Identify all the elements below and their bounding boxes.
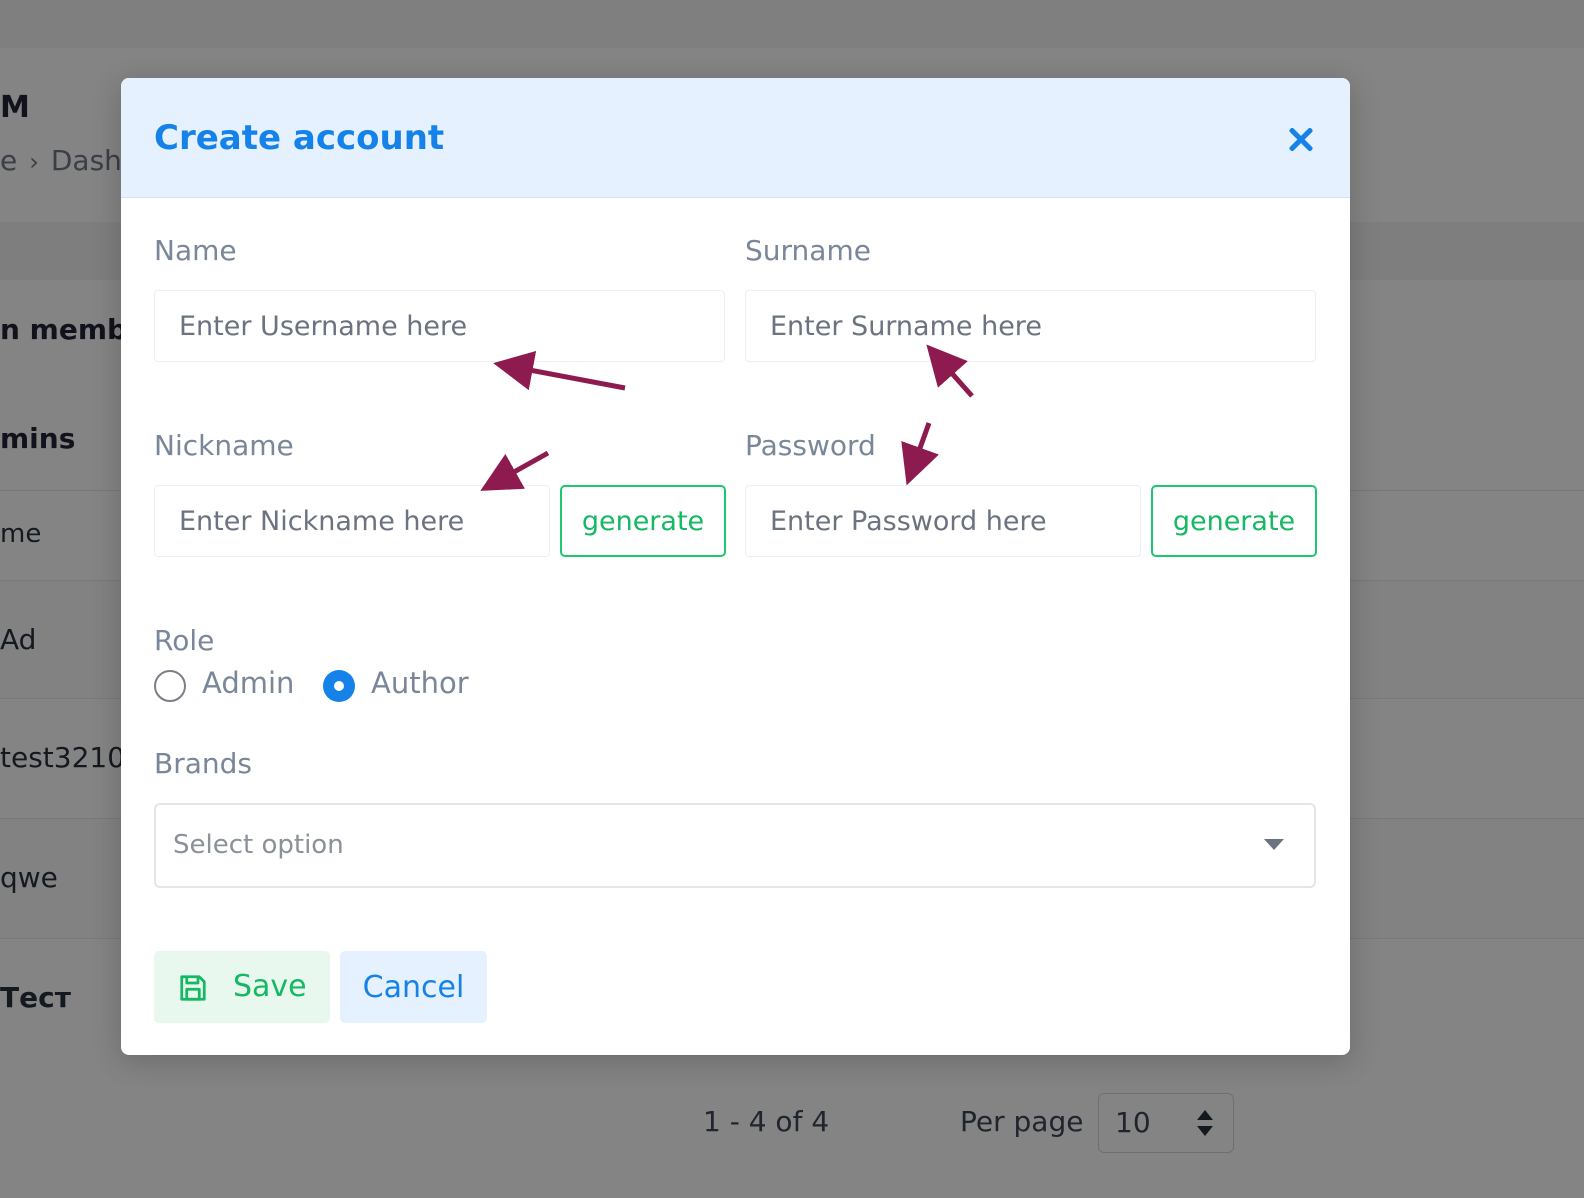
surname-input[interactable] xyxy=(745,290,1316,362)
role-label: Role xyxy=(154,624,215,657)
nickname-input[interactable] xyxy=(154,485,550,557)
chevron-down-icon xyxy=(1264,839,1284,850)
create-account-modal: Create account Name Surname Nickname gen… xyxy=(121,78,1350,1055)
role-option-author-label[interactable]: Author xyxy=(371,666,469,700)
generate-password-button[interactable]: generate xyxy=(1151,485,1317,557)
save-button[interactable]: Save xyxy=(154,951,330,1023)
role-option-admin-label[interactable]: Admin xyxy=(202,666,294,700)
name-input[interactable] xyxy=(154,290,725,362)
save-icon xyxy=(180,975,206,1001)
brands-label: Brands xyxy=(154,747,252,780)
save-button-label: Save xyxy=(233,969,307,1004)
modal-header: Create account xyxy=(121,78,1350,198)
role-radio-admin[interactable] xyxy=(154,670,186,702)
modal-title: Create account xyxy=(154,118,445,158)
name-label: Name xyxy=(154,234,237,267)
brands-select[interactable]: Select option xyxy=(154,803,1316,888)
password-label: Password xyxy=(745,429,876,462)
role-radio-author[interactable] xyxy=(323,670,355,702)
nickname-label: Nickname xyxy=(154,429,294,462)
surname-label: Surname xyxy=(745,234,871,267)
close-icon[interactable] xyxy=(1284,122,1320,158)
brands-select-placeholder: Select option xyxy=(173,830,344,860)
cancel-button[interactable]: Cancel xyxy=(340,951,487,1023)
generate-nickname-button[interactable]: generate xyxy=(560,485,726,557)
password-input[interactable] xyxy=(745,485,1141,557)
